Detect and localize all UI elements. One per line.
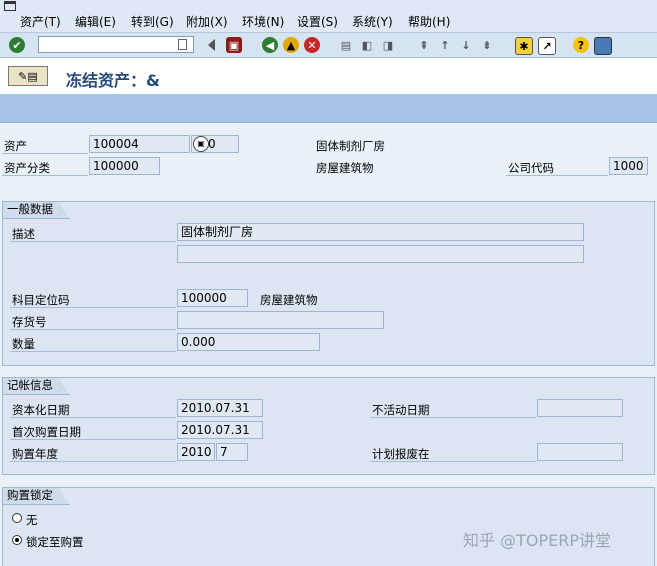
prev-page-icon[interactable]: ↑ [437,37,453,53]
watermark: 知乎 @TOPERP讲堂 [463,531,611,550]
general-data-tab: 一般数据 [2,201,70,219]
command-history-icon[interactable] [178,39,187,50]
asset-label: 资产 [4,139,27,153]
quantity-label: 数量 [12,337,35,351]
acquisition-period-field: 7 [216,443,248,461]
find-next-icon[interactable]: ◨ [380,37,396,53]
description-label-underline [10,241,176,242]
multiple-selection-icon[interactable]: ▣ [193,136,209,152]
asset-class-field: 100000 [89,157,160,175]
menu-edit[interactable]: 编辑(E) [75,13,116,30]
inactive-date-underline [370,417,536,418]
inactive-date-field [537,399,623,417]
application-toolbar [0,94,657,123]
account-determination-description: 房屋建筑物 [260,293,318,307]
layout-icon[interactable] [594,37,612,55]
first-page-icon[interactable]: ⇞ [416,37,432,53]
planned-retirement-field [537,443,623,461]
back-icon[interactable]: ◀ [262,37,278,53]
menu-help[interactable]: 帮助(H) [408,13,450,30]
menu-environment[interactable]: 环境(N) [242,13,284,30]
asset-class-label: 资产分类 [4,161,50,175]
page-title: 冻结资产：& [66,71,160,90]
inventory-number-label: 存货号 [12,315,47,329]
company-code-label: 公司代码 [508,161,554,175]
asset-description: 固体制剂厂房 [316,139,385,153]
radio-lock-until-acquisition[interactable] [12,535,22,545]
inventory-number-underline [10,329,176,330]
radio-no-lock-label: 无 [26,513,38,527]
acquisition-year-underline [10,461,176,462]
history-arrow-icon[interactable] [208,39,215,51]
acquisition-year-label: 购置年度 [12,447,58,461]
print-icon[interactable]: ▤ [338,37,354,53]
acquisition-lock-tab: 购置锁定 [2,487,70,505]
asset-label-underline [2,153,88,154]
new-session-icon[interactable]: ✱ [515,37,533,55]
help-icon[interactable]: ? [573,37,589,53]
capitalization-date-field: 2010.07.31 [177,399,263,417]
description-field: 固体制剂厂房 [177,223,584,241]
planned-retirement-underline [370,461,536,462]
menu-extras[interactable]: 附加(X) [186,13,228,30]
posting-info-tab: 记帐信息 [2,377,70,395]
company-code-field: 1000 [609,157,648,175]
first-acquisition-date-label: 首次购置日期 [12,425,81,439]
menu-goto[interactable]: 转到(G) [131,13,174,30]
quantity-field: 0.000 [177,333,320,351]
asset-number-field[interactable]: 100004 [89,135,190,153]
radio-lock-until-acquisition-label: 锁定至购置 [26,535,84,549]
enter-icon[interactable]: ✔ [9,37,25,53]
first-acquisition-date-underline [10,439,176,440]
account-determination-field: 100000 [177,289,248,307]
save-icon[interactable]: ▣ [226,37,242,53]
description-label: 描述 [12,227,35,241]
next-page-icon[interactable]: ↓ [458,37,474,53]
menu-asset[interactable]: 资产(T) [20,13,61,30]
planned-retirement-label: 计划报废在 [372,447,430,461]
display-change-button[interactable]: ✎▤ [8,66,48,86]
radio-no-lock[interactable] [12,513,22,523]
cancel-icon[interactable]: ✕ [304,37,320,53]
menu-settings[interactable]: 设置(S) [297,13,338,30]
find-icon[interactable]: ◧ [359,37,375,53]
last-page-icon[interactable]: ⇟ [479,37,495,53]
menu-system[interactable]: 系统(Y) [352,13,393,30]
account-determination-underline [10,307,176,308]
company-code-label-underline [506,175,608,176]
asset-class-description: 房屋建筑物 [316,161,374,175]
first-acquisition-date-field: 2010.07.31 [177,421,263,439]
window-menu-icon[interactable] [4,1,16,11]
description-field-2 [177,245,584,263]
acquisition-year-field: 2010 [177,443,215,461]
shortcut-icon[interactable]: ↗ [538,37,556,55]
account-determination-label: 科目定位码 [12,293,70,307]
exit-icon[interactable]: ▲ [283,37,299,53]
inactive-date-label: 不活动日期 [372,403,430,417]
capitalization-date-underline [10,417,176,418]
command-field[interactable] [38,36,194,53]
glasses-pencil-icon: ✎▤ [18,69,38,83]
radio-selected-dot [15,538,19,542]
capitalization-date-label: 资本化日期 [12,403,70,417]
asset-class-label-underline [2,175,88,176]
quantity-underline [10,351,176,352]
inventory-number-field [177,311,384,329]
